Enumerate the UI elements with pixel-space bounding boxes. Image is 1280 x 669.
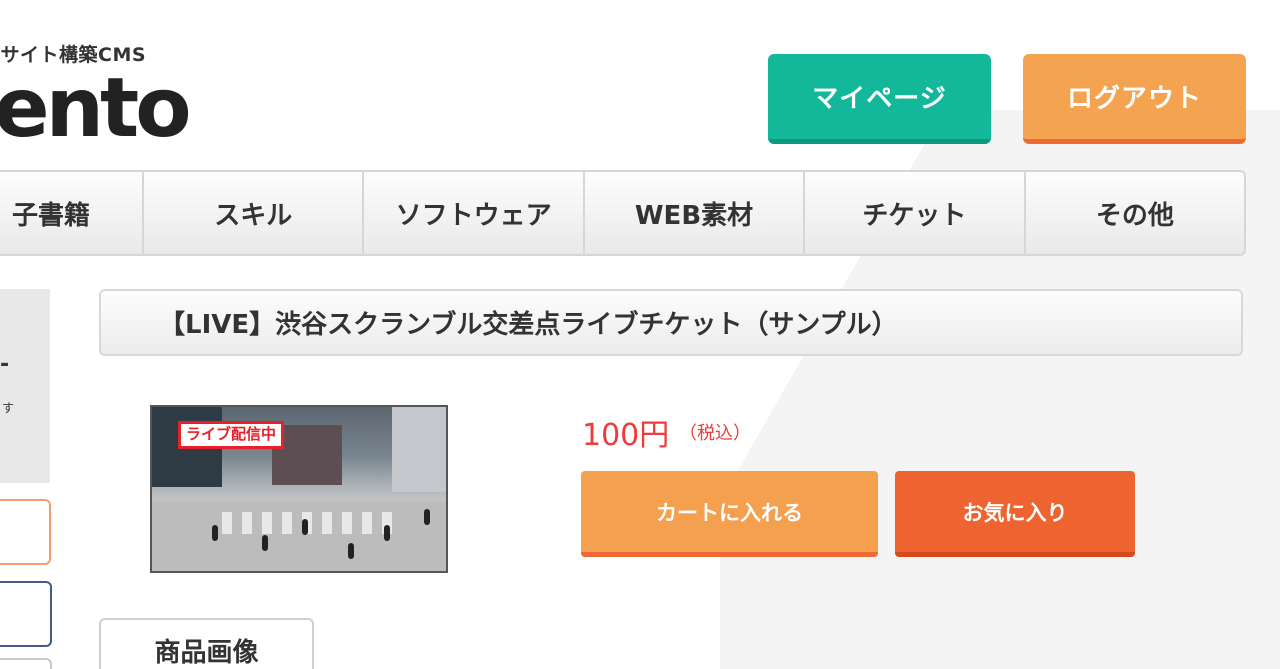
site-logo[interactable]: ento bbox=[0, 68, 192, 150]
thumb-person bbox=[348, 543, 354, 559]
nav-item-skill[interactable]: スキル bbox=[144, 172, 365, 254]
thumb-person bbox=[212, 525, 218, 541]
thumb-person bbox=[262, 535, 268, 551]
sidebar-button-orange[interactable] bbox=[0, 499, 51, 565]
tab-product-images[interactable]: 商品画像 bbox=[99, 618, 314, 669]
nav-item-ticket[interactable]: チケット bbox=[805, 172, 1026, 254]
sidebar-button-navy[interactable] bbox=[0, 581, 52, 647]
mypage-button[interactable]: マイページ bbox=[768, 54, 991, 144]
thumb-building bbox=[392, 407, 446, 492]
thumb-crosswalk bbox=[222, 512, 402, 534]
product-thumbnail[interactable]: ライブ配信中 bbox=[150, 405, 448, 573]
add-to-cart-button[interactable]: カートに入れる bbox=[581, 471, 878, 557]
nav-item-web-materials[interactable]: WEB素材 bbox=[585, 172, 806, 254]
nav-item-other[interactable]: その他 bbox=[1026, 172, 1244, 254]
thumb-person bbox=[302, 519, 308, 535]
nav-item-software[interactable]: ソフトウェア bbox=[364, 172, 585, 254]
tax-note: （税込） bbox=[679, 423, 751, 444]
favorite-button[interactable]: お気に入り bbox=[895, 471, 1135, 557]
logout-button[interactable]: ログアウト bbox=[1023, 54, 1246, 144]
live-badge: ライブ配信中 bbox=[178, 421, 285, 449]
product-price: 100円 bbox=[582, 418, 670, 453]
sidebar-button-gray[interactable] bbox=[0, 658, 52, 669]
category-nav: 子書籍 スキル ソフトウェア WEB素材 チケット その他 bbox=[0, 170, 1246, 256]
sidebar-panel bbox=[0, 289, 50, 483]
sidebar-text: - bbox=[0, 352, 10, 377]
product-title: 【LIVE】渋谷スクランブル交差点ライブチケット（サンプル） bbox=[99, 289, 1243, 356]
thumb-person bbox=[424, 509, 430, 525]
nav-item-ebooks[interactable]: 子書籍 bbox=[0, 172, 144, 254]
thumb-person bbox=[384, 525, 390, 541]
sidebar-subtext: す bbox=[2, 401, 15, 415]
